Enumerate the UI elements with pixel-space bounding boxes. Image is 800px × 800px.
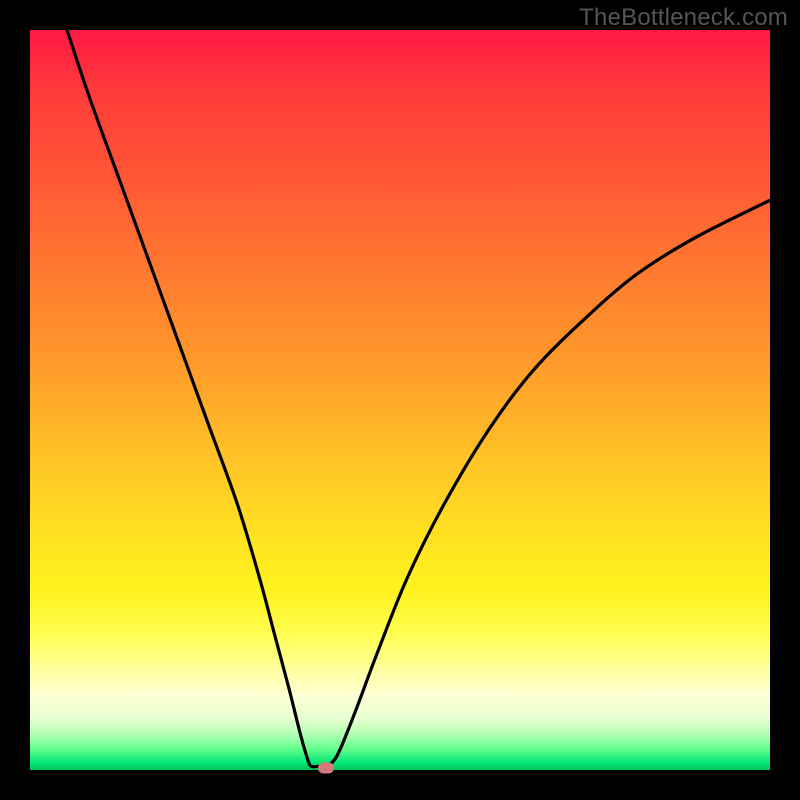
watermark-text: TheBottleneck.com [579,4,788,32]
optimal-point-marker [318,762,334,773]
plot-area [30,30,770,770]
bottleneck-curve [67,30,770,767]
curve-svg [30,30,770,770]
chart-container: TheBottleneck.com [0,0,800,800]
